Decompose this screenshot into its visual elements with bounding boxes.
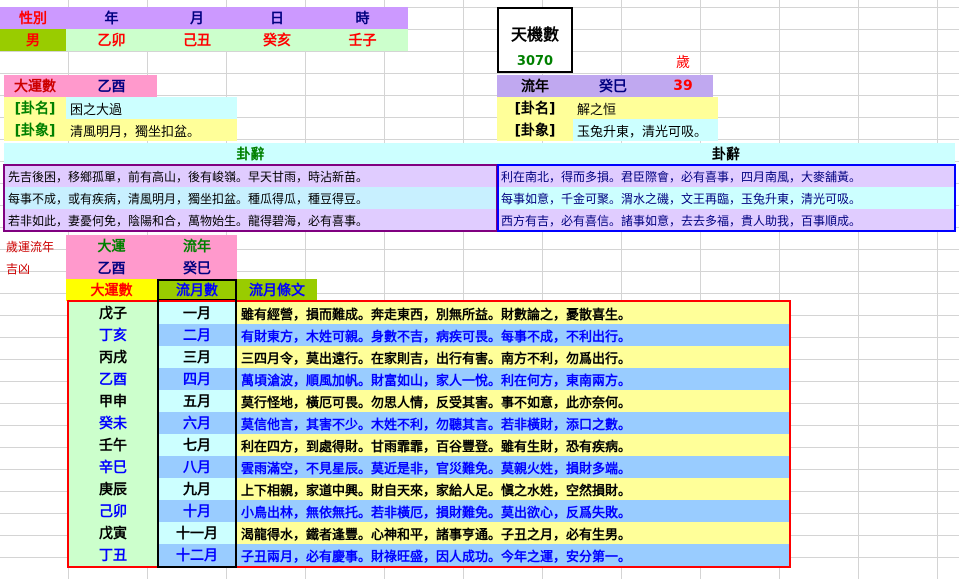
guaci-line-left[interactable]: 若非如此，妻憂何免，陰陽和合，萬物始生。龍得碧海，必有喜事。 [4,209,497,231]
row-month[interactable]: 五月 [159,390,235,412]
guaci-line-right[interactable]: 利在南北，得而多損。君臣際會，必有喜事，四月南風，大麥舖黃。 [497,165,955,187]
tianji-number: 3070 [516,54,554,69]
row-month[interactable]: 四月 [159,368,235,390]
dayun-value[interactable]: 乙酉 [66,75,157,97]
row-text[interactable]: 三四月令，莫出遠行。在家則吉，出行有害。南方不利，勿爲出行。 [237,346,789,368]
hour-value[interactable]: 壬子 [317,29,408,51]
dayun-label[interactable]: 大運數 [4,75,66,97]
liunian-label[interactable]: 流年 [497,75,573,97]
row-ganzhi[interactable]: 庚辰 [69,478,157,500]
sui-label[interactable]: 歲 [653,51,713,73]
month-label[interactable]: 月 [157,7,237,29]
row-text[interactable]: 上下相親，家道中興。財自天來，家給人足。愼之水姓，空然損財。 [237,478,789,500]
guaci-line-right[interactable]: 每事如意，千金可聚。渭水之磯，文王再臨，玉兔升東，清光可吸。 [497,187,955,209]
tianji-title: 天機數 [510,25,559,44]
row-text[interactable]: 萬頃滄波，順風加帆。財富如山，家人一悅。利在何方，東南兩方。 [237,368,789,390]
dayun-head[interactable]: 大運 [66,235,157,257]
guaxiang-value-right[interactable]: 玉兔升東，清光可吸。 [573,119,718,141]
age-value[interactable]: 39 [653,75,713,97]
guaci-line-right[interactable]: 西方有吉，必有喜信。諸事如意，去去多福，貴人助我，百事順成。 [497,209,955,231]
row-text[interactable]: 雖有經營，損而難成。奔走東西，別無所益。財數論之，憂散喜生。 [237,302,789,324]
col-header-liuyue[interactable]: 流月數 [157,279,237,301]
row-text[interactable]: 莫信他言，其害不少。木姓不利，勿聽其言。若非橫財，添口之數。 [237,412,789,434]
row-month[interactable]: 二月 [159,324,235,346]
row-month[interactable]: 十一月 [159,522,235,544]
row-ganzhi[interactable]: 癸未 [69,412,157,434]
liunian-val[interactable]: 癸巳 [157,257,237,279]
row-text[interactable]: 子丑兩月，必有慶事。財祿旺盛，因人成功。今年之運，安分第一。 [237,544,789,566]
row-ganzhi[interactable]: 辛巳 [69,456,157,478]
row-text[interactable]: 雲雨滿空，不見星辰。莫近是非，官災難免。莫親火姓，損財多端。 [237,456,789,478]
row-month[interactable]: 九月 [159,478,235,500]
row-text[interactable]: 有財東方，木姓可親。身數不吉，病疾可畏。每事不成，不利出行。 [237,324,789,346]
gender-label[interactable]: 性別 [0,7,66,29]
row-ganzhi[interactable]: 戊寅 [69,522,157,544]
col-header-text[interactable]: 流月條文 [237,279,317,301]
dayun-val[interactable]: 乙酉 [66,257,157,279]
row-ganzhi[interactable]: 戊子 [69,302,157,324]
row-ganzhi[interactable]: 乙酉 [69,368,157,390]
row-ganzhi[interactable]: 丁丑 [69,544,157,566]
row-text[interactable]: 利在四方，到處得財。甘雨霏霏，百谷豐登。雖有生財，恐有疾病。 [237,434,789,456]
guaxiang-label-left[interactable]: [卦象] [4,119,66,141]
gender-value[interactable]: 男 [0,29,66,51]
row-text[interactable]: 小鳥出林，無依無托。若非橫厄，損財難免。莫出欲心，反爲失敗。 [237,500,789,522]
day-label[interactable]: 日 [237,7,317,29]
row-month[interactable]: 十二月 [159,544,235,566]
day-value[interactable]: 癸亥 [237,29,317,51]
year-label[interactable]: 年 [66,7,157,29]
row-month[interactable]: 十月 [159,500,235,522]
row-ganzhi[interactable]: 己卯 [69,500,157,522]
row-month[interactable]: 三月 [159,346,235,368]
guaming-label-right[interactable]: [卦名] [497,97,573,119]
row-month[interactable]: 一月 [159,302,235,324]
sui-yun-title[interactable]: 歲運流年 [4,235,66,257]
tianji-box[interactable]: 天機數 3070 [497,7,573,73]
guaci-line-left[interactable]: 每事不成，或有疾病，清風明月，獨坐扣盆。種瓜得瓜，種豆得豆。 [4,187,497,209]
guaxiang-label-right[interactable]: [卦象] [497,119,573,141]
guaming-value-left[interactable]: 困之大過 [66,97,237,119]
guaming-label-left[interactable]: [卦名] [4,97,66,119]
row-month[interactable]: 六月 [159,412,235,434]
guaming-value-right[interactable]: 解之恒 [573,97,718,119]
liunian-head[interactable]: 流年 [157,235,237,257]
row-ganzhi[interactable]: 丁亥 [69,324,157,346]
guaci-line-left[interactable]: 先吉後困，移鄉孤單，前有高山，後有峻嶺。早天甘雨，時沾新苗。 [4,165,497,187]
row-month[interactable]: 八月 [159,456,235,478]
hour-label[interactable]: 時 [317,7,408,29]
row-ganzhi[interactable]: 壬午 [69,434,157,456]
row-ganzhi[interactable]: 丙戌 [69,346,157,368]
guaci-title-right[interactable]: 卦辭 [497,143,955,165]
liunian-value[interactable]: 癸巳 [573,75,653,97]
row-ganzhi[interactable]: 甲申 [69,390,157,412]
row-month[interactable]: 七月 [159,434,235,456]
col-header-dayun[interactable]: 大運數 [66,279,157,301]
row-text[interactable]: 莫行怪地，橫厄可畏。勿思人情，反受其害。事不如意，此亦奈何。 [237,390,789,412]
guaxiang-value-left[interactable]: 清風明月，獨坐扣盆。 [66,119,237,141]
year-value[interactable]: 乙卯 [66,29,157,51]
guaci-title-left[interactable]: 卦辭 [4,143,497,165]
row-text[interactable]: 渴龍得水，鐵者逢豐。心神和平，諸事亨通。子丑之月，必有生男。 [237,522,789,544]
sui-yun-title-2[interactable]: 吉凶 [4,257,66,279]
month-value[interactable]: 己丑 [157,29,237,51]
